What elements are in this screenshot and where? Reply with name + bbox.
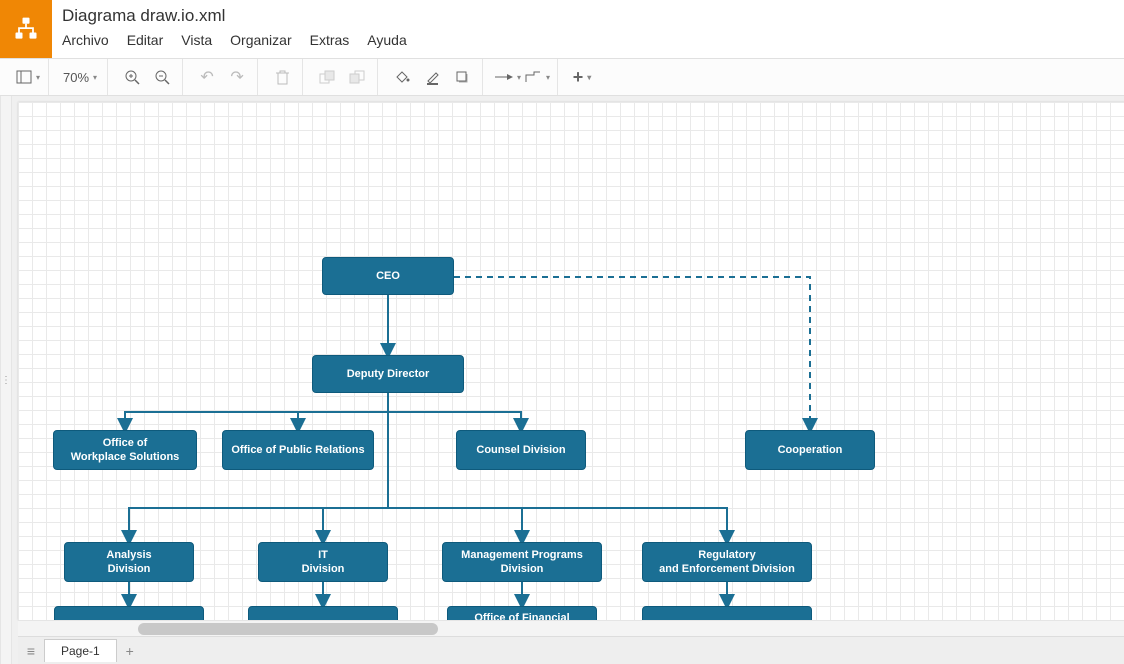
menu-organizar[interactable]: Organizar: [230, 32, 291, 48]
tab-page1[interactable]: Page-1: [44, 639, 117, 662]
add-page-icon[interactable]: +: [117, 643, 143, 659]
node-cd[interactable]: Counsel Division: [456, 430, 586, 470]
to-back-icon[interactable]: [343, 64, 371, 90]
zoom-out-icon[interactable]: [148, 64, 176, 90]
zoom-dropdown[interactable]: 70%: [59, 70, 101, 85]
insert-button[interactable]: +: [568, 64, 596, 90]
toolbar: 70% ↶ ↷ +: [0, 58, 1124, 96]
node-coop[interactable]: Cooperation: [745, 430, 875, 470]
connection-style[interactable]: [493, 64, 521, 90]
page-tabs: ≡ Page-1 +: [18, 636, 1124, 664]
app-logo[interactable]: [0, 0, 52, 58]
sidebar-collapse[interactable]: ⋮: [1, 96, 12, 664]
to-front-icon[interactable]: [313, 64, 341, 90]
undo-icon[interactable]: ↶: [193, 64, 221, 90]
menu-archivo[interactable]: Archivo: [62, 32, 109, 48]
node-ad[interactable]: AnalysisDivision: [64, 542, 194, 582]
tabs-menu-icon[interactable]: ≡: [18, 643, 44, 659]
shadow-icon[interactable]: [448, 64, 476, 90]
node-ogs[interactable]: Office of Global Support: [54, 606, 204, 620]
waypoint-style[interactable]: [523, 64, 551, 90]
document-title[interactable]: Diagrama draw.io.xml: [62, 6, 407, 26]
node-it[interactable]: ITDivision: [258, 542, 388, 582]
delete-icon[interactable]: [268, 64, 296, 90]
header: Diagrama draw.io.xml Archivo Editar Vist…: [0, 0, 1124, 58]
node-orp[interactable]: Office of Regulatory Policy: [642, 606, 812, 620]
node-mp[interactable]: Management ProgramsDivision: [442, 542, 602, 582]
canvas[interactable]: CEO Deputy Director Office ofWorkplace Sol…: [18, 102, 1124, 620]
menu-vista[interactable]: Vista: [181, 32, 212, 48]
fill-color-icon[interactable]: [388, 64, 416, 90]
redo-icon[interactable]: ↷: [223, 64, 251, 90]
node-opr[interactable]: Office of Public Relations: [222, 430, 374, 470]
menu-extras[interactable]: Extras: [310, 32, 350, 48]
node-wps[interactable]: Office ofWorkplace Solutions: [53, 430, 197, 470]
node-ofm[interactable]: Office of FinancialManagement: [447, 606, 597, 620]
node-dba[interactable]: Database Administration: [248, 606, 398, 620]
line-color-icon[interactable]: [418, 64, 446, 90]
zoom-in-icon[interactable]: [118, 64, 146, 90]
node-ceo[interactable]: CEO: [322, 257, 454, 295]
horizontal-scrollbar[interactable]: [18, 620, 1124, 636]
node-re[interactable]: Regulatoryand Enforcement Division: [642, 542, 812, 582]
view-toggle[interactable]: [14, 64, 42, 90]
node-dep[interactable]: Deputy Director: [312, 355, 464, 393]
menubar: Archivo Editar Vista Organizar Extras Ay…: [62, 32, 407, 48]
menu-ayuda[interactable]: Ayuda: [367, 32, 406, 48]
menu-editar[interactable]: Editar: [127, 32, 164, 48]
